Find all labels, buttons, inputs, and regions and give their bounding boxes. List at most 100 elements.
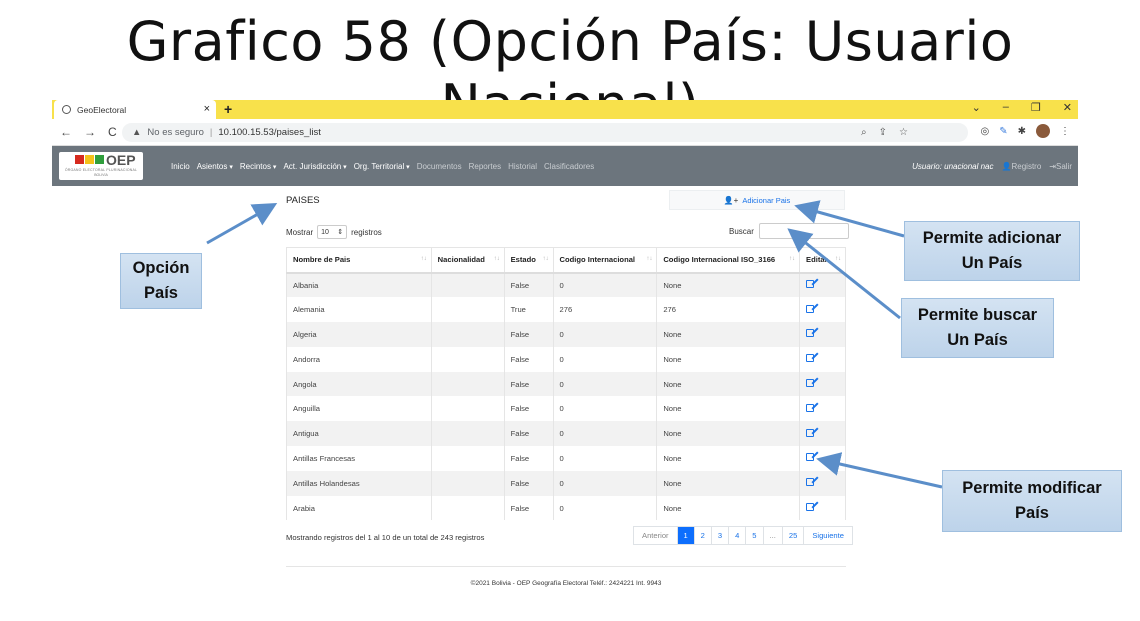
close-window-icon[interactable]: ✕ — [1063, 101, 1072, 114]
column-header-label: Nombre de Pais — [293, 255, 351, 265]
column-header-label: Codigo Internacional — [559, 255, 636, 265]
menu-item-clasificadores[interactable]: Clasificadores — [544, 162, 594, 171]
sort-icon[interactable]: ↑↓ — [421, 256, 427, 262]
pager-page-button[interactable]: 25 — [783, 527, 805, 544]
page-length-select[interactable]: 10 ⇕ — [317, 225, 348, 239]
table-cell: False — [503, 470, 554, 496]
reload-icon[interactable]: C — [108, 125, 117, 139]
column-header[interactable]: Editar ↑↓ — [799, 247, 846, 274]
table-cell: 276 — [656, 297, 801, 323]
table-cell: Albania — [286, 272, 432, 298]
pager-page-button[interactable]: 4 — [729, 527, 747, 544]
pager-page-button[interactable]: ... — [764, 527, 783, 544]
browser-tab[interactable]: GeoElectoral × — [54, 100, 216, 119]
sort-icon[interactable]: ↑↓ — [835, 256, 841, 262]
search-input[interactable] — [758, 223, 849, 239]
tab-title: GeoElectoral — [77, 104, 127, 115]
pager-next-button[interactable]: Siguiente — [804, 527, 852, 544]
add-country-label: Adicionar Pais — [742, 195, 791, 205]
table-cell: None — [656, 470, 801, 496]
table-cell: Alemania — [286, 297, 432, 323]
edit-icon[interactable] — [806, 503, 815, 512]
edit-cell — [799, 297, 846, 323]
url-separator: | — [209, 127, 213, 138]
table-cell: None — [656, 421, 801, 447]
close-tab-icon[interactable]: × — [204, 103, 210, 115]
menu-item-recintos[interactable]: Recintos — [240, 162, 277, 171]
oep-logo[interactable]: OEP ÓRGANO ELECTORAL PLURINACIONAL BOLIV… — [59, 152, 143, 180]
pager-page-button[interactable]: 5 — [746, 527, 764, 544]
edit-cell — [799, 371, 846, 397]
maximize-icon[interactable]: ❐ — [1031, 101, 1041, 114]
table-cell: False — [503, 495, 554, 521]
sort-icon[interactable]: ↑↓ — [789, 256, 795, 262]
menu-item-inicio[interactable]: Inicio — [171, 162, 190, 171]
minimize-icon[interactable]: – — [1003, 101, 1009, 114]
url-text[interactable]: 10.100.15.53/paises_list — [218, 127, 320, 138]
pager-page-button[interactable]: 1 — [677, 527, 695, 544]
column-header[interactable]: Codigo Internacional ISO_3166 ↑↓ — [656, 247, 801, 274]
menu-item-reportes[interactable]: Reportes — [469, 162, 501, 171]
menu-item-documentos[interactable]: Documentos — [417, 162, 462, 171]
table-body: Albania False 0 None Alemania True 276 276 Alger… — [286, 272, 846, 521]
table-cell: 0 — [552, 346, 658, 372]
column-header[interactable]: Estado ↑↓ — [503, 247, 554, 274]
menu-item-act-jurisdicci-n[interactable]: Act. Jurisdicción — [283, 162, 346, 171]
edit-icon[interactable] — [806, 428, 815, 437]
user-menu[interactable]: Usuario: unacional nac — [912, 162, 993, 171]
salir-link[interactable]: ⇥Salir — [1049, 162, 1072, 171]
show-suffix: registros — [351, 227, 382, 237]
nav-buttons: ← → C — [60, 125, 117, 139]
edit-icon[interactable] — [806, 354, 815, 363]
back-icon[interactable]: ← — [60, 125, 72, 139]
menu-item-historial[interactable]: Historial — [508, 162, 537, 171]
extension-icons: ◎ ✎ ✱ ⋮ — [980, 124, 1070, 138]
globe-icon — [62, 105, 71, 114]
url-input[interactable]: ▲ No es seguro | 10.100.15.53/paises_lis… — [122, 123, 968, 142]
pager-prev-button[interactable]: Anterior — [634, 527, 678, 544]
menu-item-org-territorial[interactable]: Org. Territorial — [354, 162, 410, 171]
edit-icon[interactable] — [806, 280, 815, 289]
edit-icon[interactable] — [806, 329, 815, 338]
star-icon[interactable]: ☆ — [899, 127, 908, 138]
edit-icon[interactable] — [806, 453, 815, 462]
avatar[interactable] — [1036, 124, 1050, 138]
page-length-value: 10 — [321, 228, 329, 236]
registro-link[interactable]: 👤Registro — [1002, 162, 1042, 171]
feather-icon[interactable]: ✎ — [999, 126, 1007, 137]
sort-icon[interactable]: ↑↓ — [543, 256, 549, 262]
tab-search-icon[interactable]: ⌄ — [972, 101, 981, 114]
sort-icon[interactable]: ↑↓ — [646, 256, 652, 262]
zoom-icon[interactable]: ⌕ — [861, 127, 867, 138]
edit-icon[interactable] — [806, 304, 815, 313]
column-header-label: Nacionalidad — [437, 255, 485, 265]
edit-icon[interactable] — [806, 403, 815, 412]
puzzle-icon[interactable]: ✱ — [1018, 126, 1026, 137]
forward-icon[interactable]: → — [84, 125, 96, 139]
share-icon[interactable]: ⇪ — [879, 127, 887, 138]
table-cell: False — [503, 371, 554, 397]
column-header[interactable]: Codigo Internacional ↑↓ — [552, 247, 658, 274]
logo-yellow-square — [85, 155, 94, 164]
new-tab-button[interactable]: + — [224, 101, 232, 117]
menu-item-asientos[interactable]: Asientos — [197, 162, 233, 171]
edit-icon[interactable] — [806, 379, 815, 388]
table-cell — [430, 272, 505, 298]
extension-icon[interactable]: ◎ — [980, 126, 989, 137]
pager-page-button[interactable]: 3 — [712, 527, 730, 544]
column-header[interactable]: Nombre de Pais ↑↓ — [286, 247, 432, 274]
table-cell: 0 — [552, 446, 658, 471]
logo-red-square — [75, 155, 84, 164]
menu-dots-icon[interactable]: ⋮ — [1060, 126, 1070, 137]
column-header[interactable]: Nacionalidad ↑↓ — [430, 247, 505, 274]
callout-opcion-line2: País — [144, 284, 178, 302]
table-cell: 0 — [552, 470, 658, 496]
edit-cell — [799, 322, 846, 347]
pager-page-button[interactable]: 2 — [695, 527, 712, 544]
warning-icon[interactable]: ▲ — [132, 127, 141, 138]
table-cell — [430, 371, 505, 397]
add-country-button[interactable]: 👤+ Adicionar Pais — [669, 190, 845, 210]
edit-icon[interactable] — [806, 478, 815, 487]
table-cell: False — [503, 446, 554, 471]
sort-icon[interactable]: ↑↓ — [494, 256, 500, 262]
